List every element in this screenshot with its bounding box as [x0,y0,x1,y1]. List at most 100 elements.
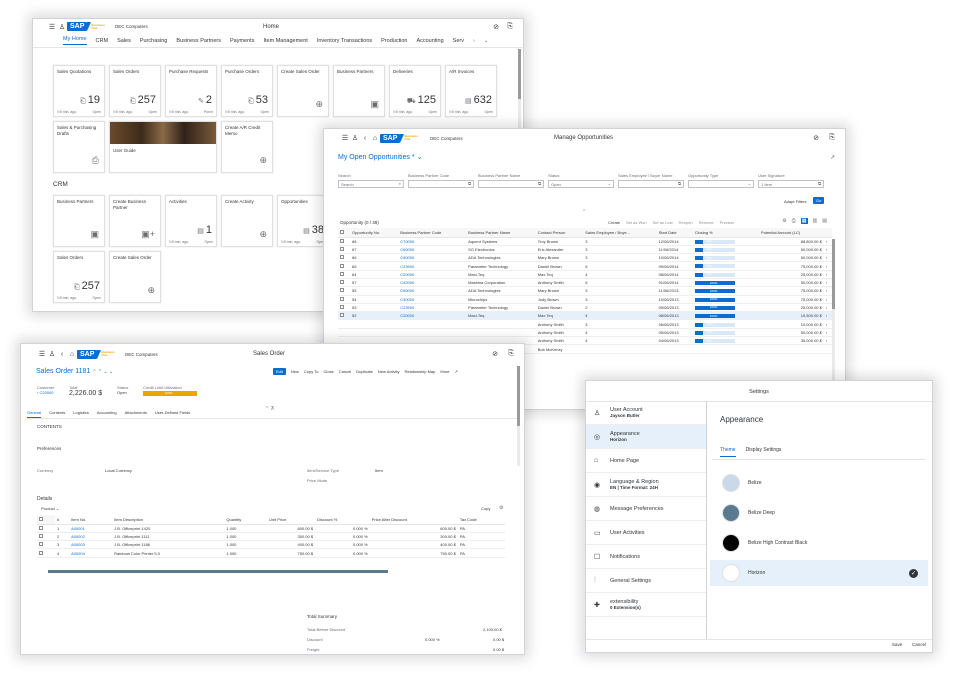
tab-overflow-icon[interactable]: ⌄ [484,38,489,44]
select-all-checkbox[interactable] [340,229,344,234]
home-icon[interactable]: ⌂ [67,351,77,358]
lines-scrollbar[interactable] [48,570,388,573]
row-nav-icon[interactable]: › [823,261,832,271]
value-help-icon[interactable]: ⧉ [818,181,821,186]
table-view-icon[interactable]: ▦ [800,218,808,224]
discount-pct-value[interactable]: 0.000 % [425,637,440,642]
customer-value[interactable]: › C20000 [37,390,54,395]
tab-logistics[interactable]: Logistics [73,410,89,418]
bp-code[interactable]: C20000 [398,270,467,280]
settings-item-user-account[interactable]: ♙ User Account Jayson Butler [586,401,706,425]
table-row[interactable]: 2 A00002 J.B. Officeprint 1111 1.000 300.00 … [37,532,505,542]
split-view-icon[interactable]: ▤ [822,218,827,224]
select-all-cell[interactable] [37,515,56,525]
user-icon[interactable]: ♙ [57,23,67,31]
chevron-down-icon[interactable]: ⌄ [608,181,611,186]
column-header[interactable]: Contact Person [535,228,584,238]
select-all-checkbox[interactable] [39,516,43,521]
row-nav-icon[interactable]: › [823,295,832,304]
row-checkbox[interactable] [340,271,344,276]
toolbar-reopen-button[interactable]: Reopen [679,220,693,225]
settings-item-general-settings[interactable]: ⫶ General Settings [586,569,706,593]
settings-item-extensibility[interactable]: ✚ extensibility 0 Extension(s) [586,593,706,617]
column-header[interactable]: Quantity [224,515,267,525]
tab-business-partners[interactable]: Business Partners [176,38,221,44]
bp-code[interactable]: C42000 [398,278,467,288]
tab-user-defined-fields[interactable]: User-Defined Fields [155,410,190,418]
settings-item-language-region[interactable]: ◉ Language & Region EN | Time Format: 24H [586,473,706,497]
menu-icon[interactable]: ☰ [340,134,350,142]
row-checkbox[interactable] [39,533,43,538]
row-checkbox[interactable] [340,255,344,260]
tax-code[interactable]: PA [457,548,505,558]
tile-opportunities[interactable]: Opportunities ▤ 38 ↻5 min. ago Open [277,195,329,247]
column-header[interactable]: Opportunity No. [350,228,399,238]
row-nav-icon[interactable]: › [823,270,832,280]
row-nav-icon[interactable]: › [823,253,832,263]
row-checkbox[interactable] [39,542,43,547]
action-relationship-map-button[interactable]: Relationship Map [404,369,435,374]
bp-code-link[interactable]: C23900 [400,264,414,269]
bp-code[interactable]: C23900 [398,303,467,313]
adapt-filters-link[interactable]: Adapt Filters [784,199,806,204]
settings-item-user-activities[interactable]: ▭ User Activities [586,521,706,545]
nav-arrows-icon[interactable]: ⌃ ⌃ ⌄ ⌄ [92,369,113,375]
tab-my-home[interactable]: My Home [63,36,87,45]
currency-value[interactable]: Local Currency [105,468,132,473]
tab-sales[interactable]: Sales [117,38,131,44]
row-select-cell[interactable] [338,303,351,313]
row-nav-icon[interactable] [823,344,832,354]
tile-purchase-orders[interactable]: Purchase Orders ⎗ 53 ↻5 min. ago Open [221,65,273,117]
quantity[interactable]: 1.000 [224,540,267,550]
row-checkbox[interactable] [340,263,344,268]
messages-icon[interactable]: ⎘ [827,134,837,142]
row-nav-icon[interactable]: › [823,237,832,246]
back-icon[interactable]: ‹ [360,135,370,142]
discount-percent[interactable]: 0.000 % [315,532,370,542]
tax-code[interactable]: PA [457,532,505,542]
column-header[interactable]: Tax Code [457,515,505,525]
tab-display-settings[interactable]: Display Settings [746,447,782,457]
menu-icon[interactable]: ☰ [47,23,57,31]
column-header[interactable]: Item Description [112,515,225,525]
item-no[interactable]: A00002 [69,532,113,542]
column-header[interactable]: Item No. [69,515,113,525]
tile-deliveries[interactable]: Deliveries ⛟ 125 ↻5 min. ago Open [389,65,441,117]
filter-field[interactable]: 1 Item ⧉ [758,180,824,188]
help-icon[interactable]: ⊘ [490,350,500,358]
row-nav-icon[interactable]: › [823,278,832,288]
tab-purchasing[interactable]: Purchasing [140,38,168,44]
tile-create-sales-order[interactable]: Create Sales Order ⊕ [109,251,161,303]
action-copy-to-button[interactable]: Copy To [304,369,319,374]
table-row[interactable]: 68 C70000 Aquent Systems Troy Brown 3 12/06/2… [338,237,832,246]
filter-field[interactable]: Open ⌄ [548,180,614,188]
bp-code[interactable]: C50000 [398,286,467,296]
column-header[interactable]: Start Date [656,228,693,238]
filter-field[interactable]: ⧉ [408,180,474,188]
column-header[interactable]: Potential Amount (LC) [758,228,824,238]
row-checkbox[interactable] [340,280,344,285]
row-select-cell[interactable] [338,319,351,329]
column-header[interactable]: Discount % [315,515,370,525]
table-row[interactable]: 52 C20000 Maxi-Teq Max Teq 4 08/06/2013 100% 10… [338,311,832,321]
bp-code[interactable]: C60000 [398,245,467,255]
settings-item-notifications[interactable]: ☐ Notifications [586,545,706,569]
row-nav-icon[interactable]: › [823,303,832,313]
row-checkbox[interactable] [340,305,344,310]
copy-button[interactable]: Copy [481,506,490,511]
item-no[interactable]: A00003 [69,540,113,550]
settings-item-appearance[interactable]: ◎ Appearance Horizon [586,425,706,449]
value-help-icon[interactable]: ⧉ [678,181,681,186]
tile-create-business-partner[interactable]: Create Business Partner ▣+ [109,195,161,247]
chevron-down-icon[interactable]: ⌄ [748,181,751,186]
variant-title[interactable]: My Open Opportunities * ⌄ [338,153,422,161]
table-row[interactable]: 55 C50000 ADA Technologies Mary Brown 3 11/06… [338,286,832,296]
row-nav-icon[interactable]: › [823,328,832,338]
row-checkbox[interactable] [340,238,344,243]
cancel-button[interactable]: Cancel [912,642,926,647]
quantity[interactable]: 1.000 [224,532,267,542]
tile-a-r-invoices[interactable]: A/R Invoices ▤ 632 ↻5 min. ago Open [445,65,497,117]
bp-code-link[interactable]: C23900 [400,305,414,310]
unit-price[interactable]: 400.00 $ [266,540,316,550]
row-select-cell[interactable] [338,286,351,296]
